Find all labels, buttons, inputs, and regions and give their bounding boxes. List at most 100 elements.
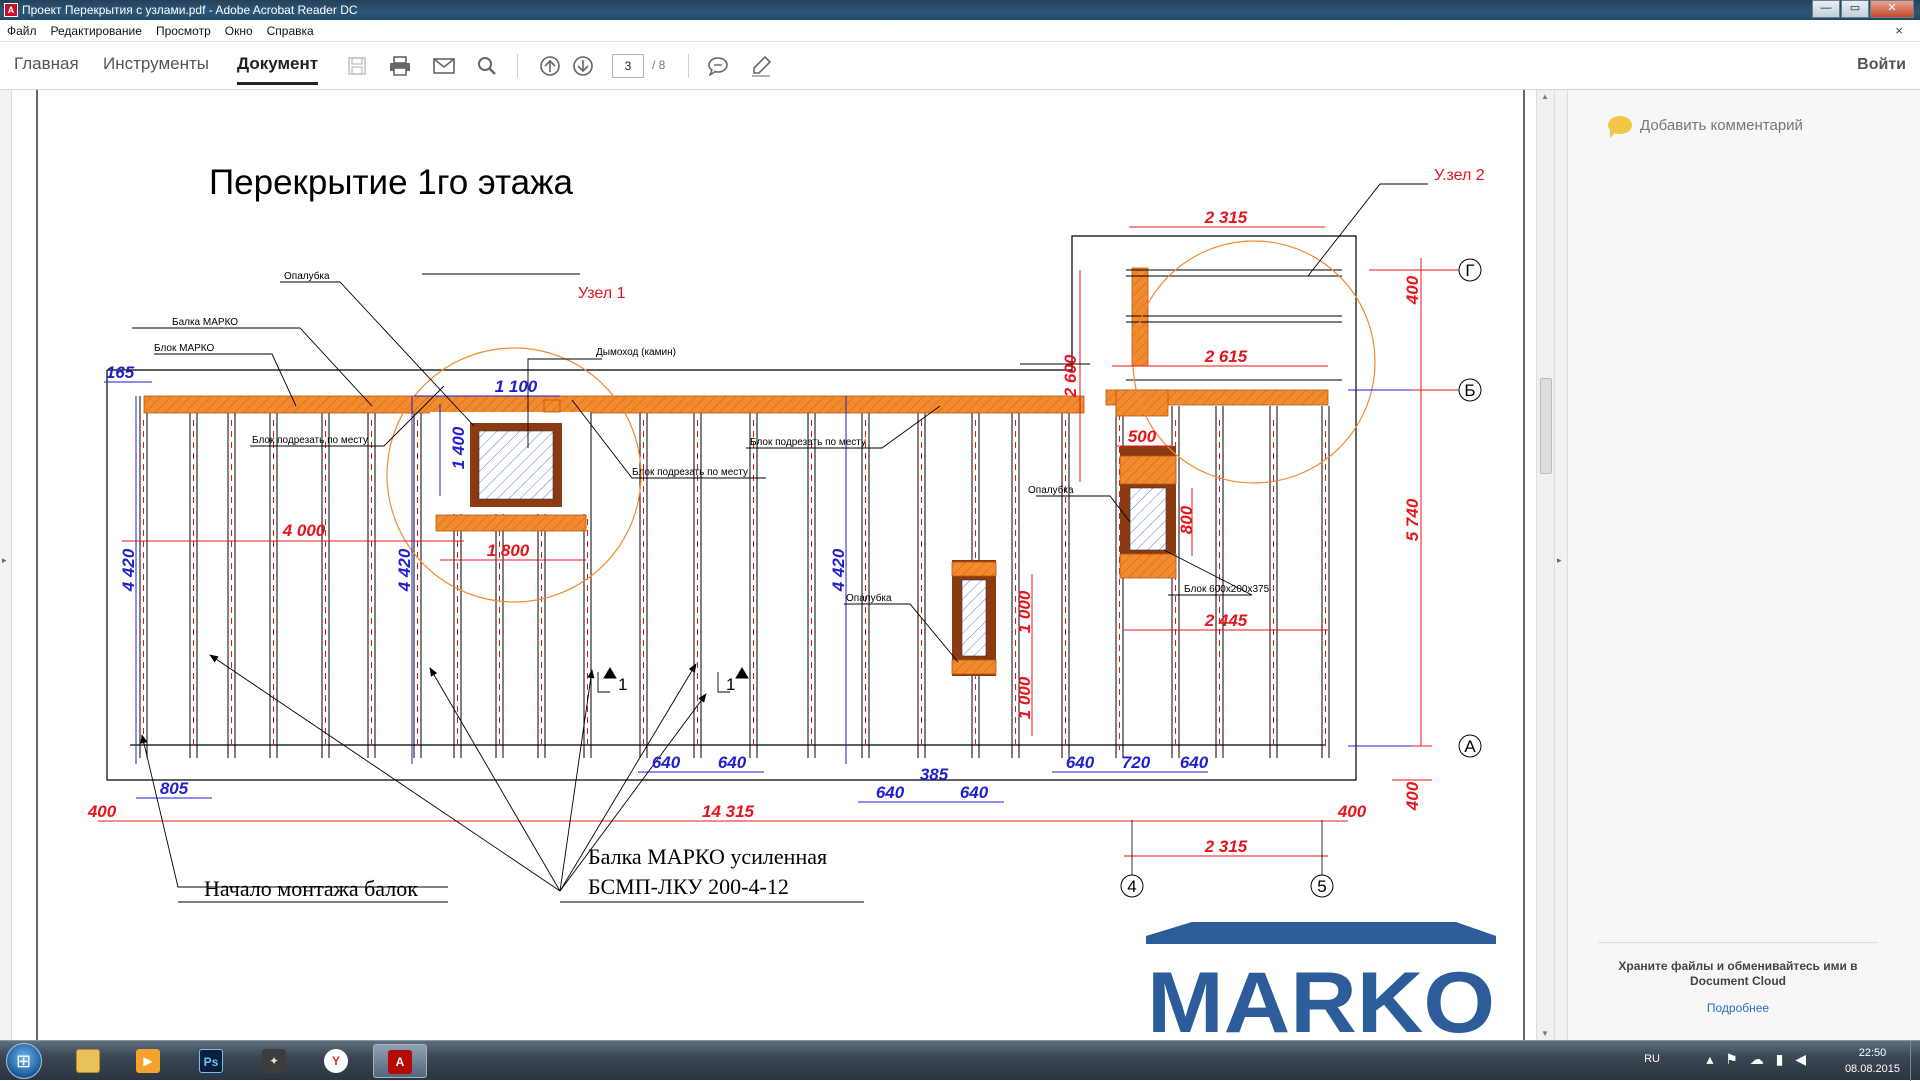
tab-tools[interactable]: Инструменты bbox=[103, 54, 209, 74]
menu-view[interactable]: Просмотр bbox=[149, 24, 218, 38]
dim-4420-middle: 4 420 bbox=[395, 548, 414, 592]
windows-taskbar: ⊞ ▶ Ps ✦ Y A RU ▴ ⚑ ☁ ▮ ◀ 22:50 08.08.20… bbox=[0, 1040, 1920, 1081]
middle-opening-void bbox=[961, 579, 987, 657]
page-total-label: / 8 bbox=[652, 58, 666, 72]
stair-opening-block-bottom bbox=[1119, 553, 1177, 579]
start-button[interactable]: ⊞ bbox=[6, 1043, 42, 1079]
document-cloud-promo: Храните файлы и обменивайтесь ими в Docu… bbox=[1598, 942, 1878, 1015]
callout-trim-block-1: Блок подрезать по месту bbox=[252, 435, 368, 446]
email-icon[interactable] bbox=[431, 54, 457, 78]
menu-help[interactable]: Справка bbox=[260, 24, 321, 38]
menu-bar: Файл Редактирование Просмотр Окно Справк… bbox=[0, 20, 1920, 42]
photoshop-icon: Ps bbox=[199, 1049, 223, 1073]
right-pane-toggle[interactable]: ▸ bbox=[1554, 90, 1567, 1040]
taskbar-yandex-browser[interactable]: Y bbox=[310, 1044, 364, 1078]
scrollbar-thumb[interactable] bbox=[1540, 378, 1552, 474]
scroll-up-icon[interactable]: ▲ bbox=[1541, 92, 1549, 101]
dim-800: 800 bbox=[1177, 505, 1196, 534]
sign-in-button[interactable]: Войти bbox=[1857, 56, 1906, 74]
minimize-button[interactable]: — bbox=[1812, 0, 1840, 18]
cloud-message: Храните файлы и обменивайтесь ими в Docu… bbox=[1618, 959, 1858, 988]
dim-640-d: 640 bbox=[960, 783, 989, 802]
taskbar-world-of-tanks[interactable]: ✦ bbox=[248, 1044, 302, 1078]
axis-label-4: 4 bbox=[1127, 877, 1136, 896]
menu-file[interactable]: Файл bbox=[0, 24, 44, 38]
stair-opening-void bbox=[1129, 487, 1167, 551]
clock[interactable]: 22:50 08.08.2015 bbox=[1845, 1045, 1900, 1077]
taskbar-media-player[interactable]: ▶ bbox=[122, 1044, 176, 1078]
middle-opening-block-bottom bbox=[951, 659, 997, 675]
show-desktop-button[interactable] bbox=[1910, 1041, 1920, 1081]
dim-5740: 5 740 bbox=[1403, 498, 1422, 541]
close-document-button[interactable]: × bbox=[1888, 23, 1910, 38]
tab-document[interactable]: Документ bbox=[237, 54, 319, 85]
dim-400-right: 400 bbox=[1337, 802, 1367, 821]
middle-opening-block-top bbox=[951, 561, 997, 577]
taskbar-acrobat-reader[interactable]: A bbox=[373, 1044, 427, 1078]
taskbar-photoshop[interactable]: Ps bbox=[185, 1044, 239, 1078]
language-indicator[interactable]: RU bbox=[1644, 1053, 1660, 1065]
dim-805: 805 bbox=[160, 779, 189, 798]
beam bbox=[269, 396, 278, 758]
beam bbox=[693, 396, 702, 758]
node-2-label: У.зел 2 bbox=[1434, 167, 1485, 184]
dim-640-a: 640 bbox=[652, 753, 681, 772]
menu-window[interactable]: Окно bbox=[218, 24, 260, 38]
beam bbox=[1215, 406, 1224, 758]
window-title-bar: A Проект Перекрытия с узлами.pdf - Adobe… bbox=[0, 0, 1920, 20]
beam bbox=[189, 396, 198, 758]
add-comment-button[interactable]: Добавить комментарий bbox=[1608, 116, 1803, 138]
window-controls: — ▭ ✕ bbox=[1811, 0, 1914, 18]
dim-640-b: 640 bbox=[718, 753, 747, 772]
drawing-title: Перекрытие 1го этажа bbox=[209, 163, 574, 202]
comment-icon[interactable] bbox=[705, 54, 731, 78]
yandex-browser-icon: Y bbox=[324, 1049, 348, 1073]
callout-chimney: Дымоход (камин) bbox=[596, 347, 676, 358]
dim-14315: 14 315 bbox=[702, 802, 755, 821]
dim-4420-right: 4 420 bbox=[829, 548, 848, 592]
dim-1100: 1 100 bbox=[495, 377, 538, 396]
vertical-scrollbar[interactable]: ▲ ▼ bbox=[1536, 90, 1554, 1040]
clock-time: 22:50 bbox=[1858, 1047, 1887, 1059]
highlight-pen-icon[interactable] bbox=[748, 54, 774, 78]
search-icon[interactable] bbox=[474, 54, 500, 78]
beam bbox=[1061, 396, 1070, 758]
dim-640-e: 640 bbox=[1066, 753, 1095, 772]
chimney-void bbox=[478, 430, 554, 500]
save-icon[interactable] bbox=[344, 54, 370, 78]
dim-2615: 2 615 bbox=[1204, 347, 1248, 366]
previous-page-icon[interactable] bbox=[537, 54, 563, 78]
tray-icons[interactable]: ▴ ⚑ ☁ ▮ ◀ bbox=[1706, 1051, 1810, 1068]
scroll-down-icon[interactable]: ▼ bbox=[1541, 1029, 1549, 1038]
dim-1000-lower: 1 000 bbox=[1015, 676, 1034, 719]
left-navigation-pane-toggle[interactable]: ▸ bbox=[0, 90, 12, 1040]
clock-date: 08.08.2015 bbox=[1844, 1063, 1900, 1075]
callout-reinforced-beam: Балка МАРКО усиленная bbox=[588, 844, 827, 869]
dim-2445: 2 445 bbox=[1204, 611, 1248, 630]
learn-more-link[interactable]: Подробнее bbox=[1598, 1001, 1878, 1015]
tab-home[interactable]: Главная bbox=[14, 54, 79, 74]
beam bbox=[139, 396, 148, 758]
beam bbox=[1269, 406, 1278, 758]
close-window-button[interactable]: ✕ bbox=[1870, 0, 1914, 18]
next-page-icon[interactable] bbox=[570, 54, 596, 78]
dim-400-top: 400 bbox=[1403, 275, 1422, 305]
dim-1000-upper: 1 000 bbox=[1015, 590, 1034, 633]
print-icon[interactable] bbox=[387, 54, 413, 78]
maximize-button[interactable]: ▭ bbox=[1841, 0, 1869, 18]
taskbar-explorer[interactable] bbox=[62, 1044, 116, 1078]
red-dimension-lines bbox=[98, 226, 1459, 857]
callout-trim-block-2: Блок подрезать по месту bbox=[632, 467, 748, 478]
callout-block-size: Блок 600x200x375 bbox=[1184, 584, 1270, 595]
dim-640-c: 640 bbox=[876, 783, 905, 802]
node2-block bbox=[1115, 389, 1169, 417]
stair-opening-block-top bbox=[1119, 455, 1177, 485]
expand-left-icon: ▸ bbox=[2, 555, 7, 565]
menu-edit[interactable]: Редактирование bbox=[44, 24, 149, 38]
toolbar-separator bbox=[688, 54, 689, 78]
dim-385: 385 bbox=[920, 765, 949, 784]
dim-720: 720 bbox=[1122, 753, 1151, 772]
axis-label-a: А bbox=[1464, 737, 1476, 756]
dim-500: 500 bbox=[1128, 427, 1157, 446]
page-number-input[interactable]: 3 bbox=[612, 54, 644, 78]
